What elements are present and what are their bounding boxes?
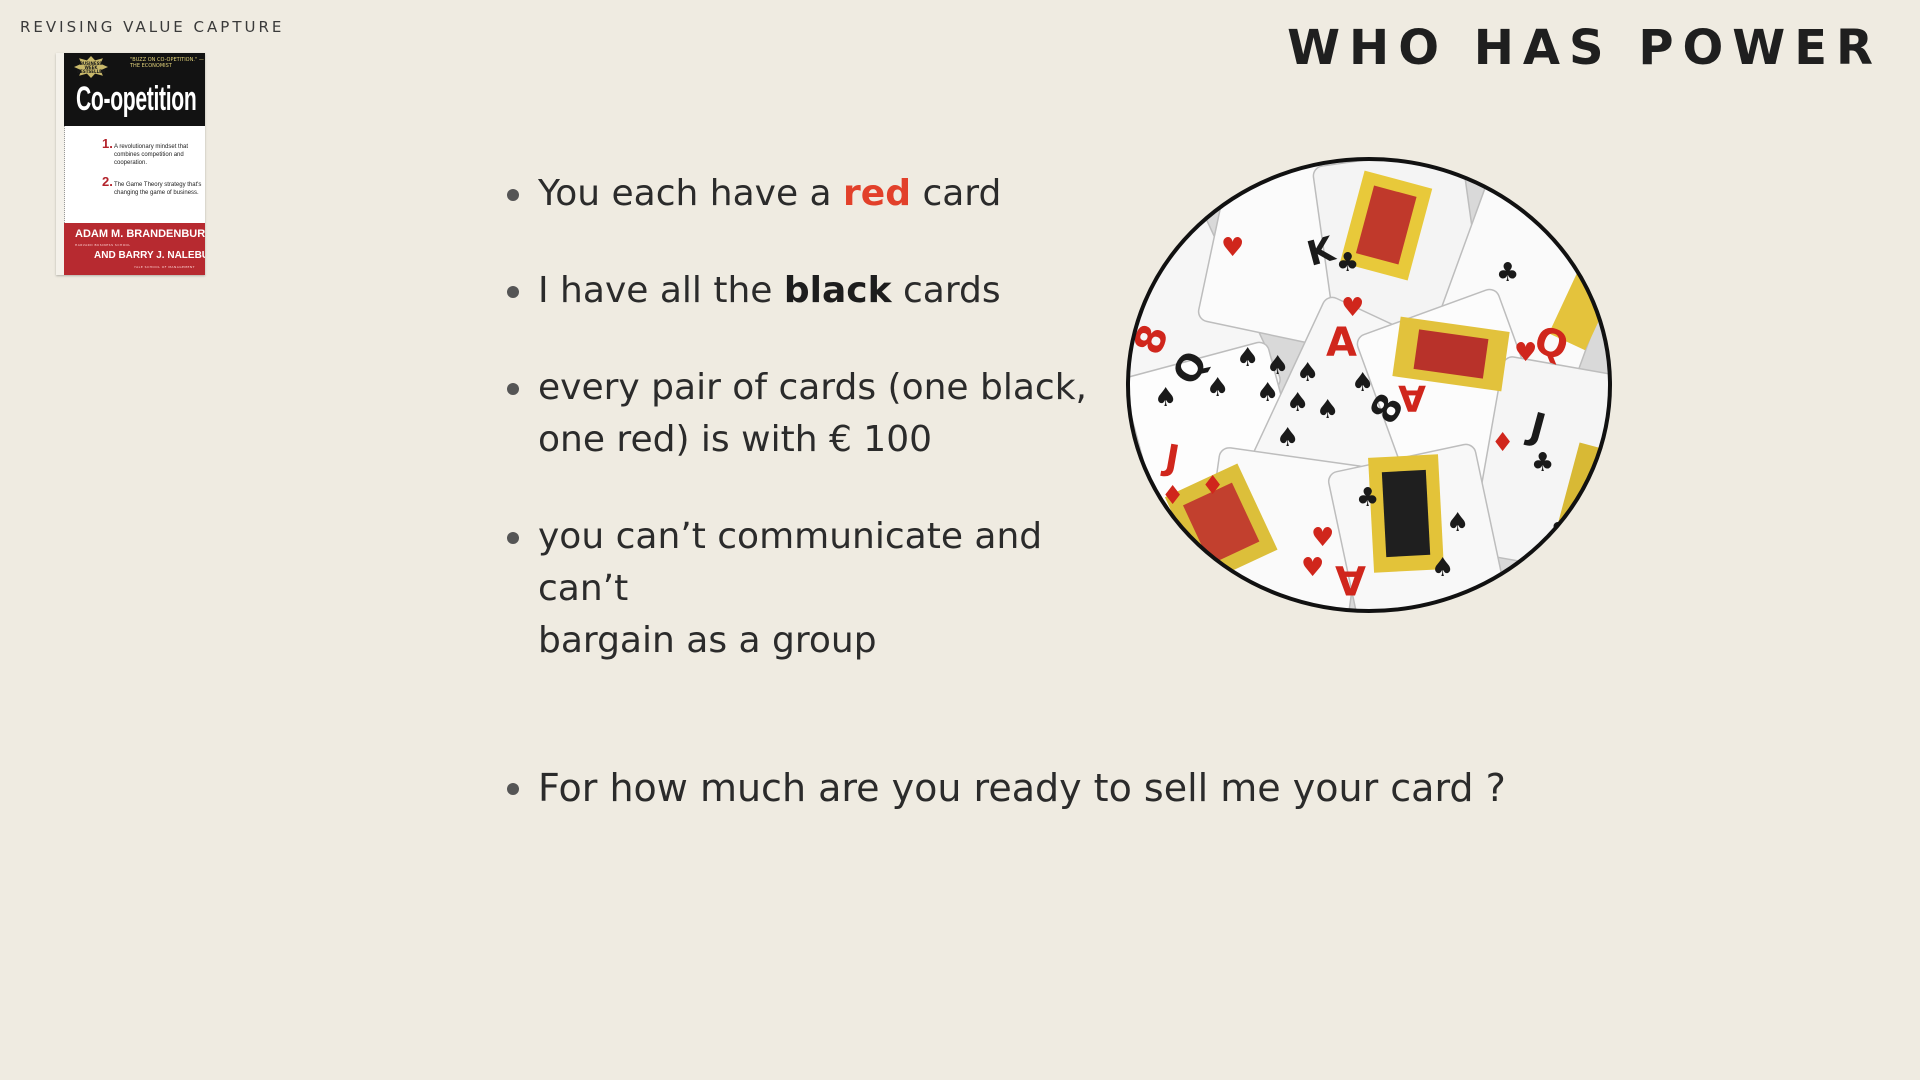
- book-title: Co-opetition: [76, 80, 197, 118]
- book-cover-image: BUSINESS WEEK BESTSELLER "BUZZ ON CO-OPE…: [56, 53, 205, 275]
- book-point-1: 1. A revolutionary mindset that combines…: [102, 137, 204, 167]
- book-author-2-affiliation: YALE SCHOOL OF MANAGEMENT: [134, 265, 195, 269]
- bullet-text: I have all the: [538, 270, 784, 311]
- svg-text:♠: ♠: [1266, 351, 1289, 381]
- book-cover-top: BUSINESS WEEK BESTSELLER "BUZZ ON CO-OPE…: [64, 53, 205, 126]
- bullet-text: you can’t communicate and can’t: [538, 516, 1043, 609]
- bullet-text: cards: [891, 270, 1001, 311]
- svg-text:♣: ♣: [1531, 448, 1554, 478]
- bullet-no-communication: you can’t communicate and can’t bargain a…: [500, 511, 1120, 667]
- svg-text:♥: ♥: [1301, 553, 1324, 583]
- svg-text:♠: ♠: [1256, 378, 1279, 408]
- svg-text:♠: ♠: [1316, 395, 1339, 425]
- book-point-2: 2. The Game Theory strategy that's chang…: [102, 175, 204, 197]
- book-point-text: The Game Theory strategy that's changing…: [114, 182, 202, 196]
- svg-text:♥: ♥: [1514, 338, 1537, 368]
- book-quote: "BUZZ ON CO-OPETITION." —THE ECONOMIST: [130, 57, 204, 69]
- svg-text:♠: ♠: [1431, 553, 1454, 583]
- book-point-number: 1.: [102, 136, 113, 151]
- bullet-text: every pair of cards (one black,: [538, 367, 1087, 408]
- book-point-text: A revolutionary mindset that combines co…: [114, 144, 189, 166]
- book-seal-text: BUSINESS WEEK BESTSELLER: [77, 61, 105, 74]
- book-author-1: ADAM M. BRANDENBURGER: [75, 228, 205, 240]
- bullet-list: You each have a red card I have all the …: [500, 168, 1120, 667]
- bullet-text: bargain as a group: [538, 620, 877, 661]
- svg-text:A: A: [1335, 556, 1366, 602]
- bullet-text: one red) is with € 100: [538, 419, 933, 460]
- bullet-text: card: [911, 173, 1002, 214]
- svg-text:♦: ♦: [1491, 428, 1514, 458]
- playing-cards-image: K A 8 Q Q J J 8 A A ♥ ♣ ♥ ♣ ♠ ♠ ♠ ♠ ♠ ♠ …: [1126, 157, 1612, 613]
- svg-text:A: A: [1398, 377, 1426, 418]
- svg-text:♣: ♣: [1336, 248, 1359, 278]
- svg-text:♠: ♠: [1236, 343, 1259, 373]
- bullet-red-card: You each have a red card: [500, 168, 1120, 220]
- svg-text:♥: ♥: [1221, 233, 1244, 263]
- question-bullet: For how much are you ready to sell me yo…: [500, 762, 1506, 814]
- book-cover-bottom: ADAM M. BRANDENBURGER HARVARD BUSINESS S…: [64, 223, 205, 275]
- svg-text:♠: ♠: [1351, 368, 1374, 398]
- bullet-pair-value: every pair of cards (one black, one red) …: [500, 362, 1120, 466]
- book-author-2: AND BARRY J. NALEBUFF: [94, 250, 205, 261]
- bullet-black-cards: I have all the black cards: [500, 265, 1120, 317]
- svg-text:♠: ♠: [1154, 383, 1177, 413]
- svg-text:♠: ♠: [1296, 358, 1319, 388]
- book-point-number: 2.: [102, 174, 113, 189]
- svg-text:♣: ♣: [1496, 258, 1519, 288]
- svg-text:♠: ♠: [1276, 423, 1299, 453]
- highlight-black: black: [783, 270, 892, 311]
- svg-text:♥: ♥: [1311, 523, 1334, 553]
- svg-text:♠: ♠: [1446, 508, 1469, 538]
- highlight-red: red: [843, 173, 911, 214]
- svg-text:A: A: [1326, 320, 1357, 366]
- svg-text:♥: ♥: [1341, 293, 1364, 323]
- svg-text:♠: ♠: [1206, 373, 1229, 403]
- slide-title: WHO HAS POWER: [1287, 20, 1882, 76]
- svg-text:♦: ♦: [1201, 471, 1224, 501]
- bullet-text: You each have a: [538, 173, 844, 214]
- svg-text:♠: ♠: [1286, 388, 1309, 418]
- book-author-1-affiliation: HARVARD BUSINESS SCHOOL: [75, 243, 131, 247]
- svg-text:♣: ♣: [1356, 483, 1379, 513]
- section-label: REVISING VALUE CAPTURE: [20, 18, 285, 36]
